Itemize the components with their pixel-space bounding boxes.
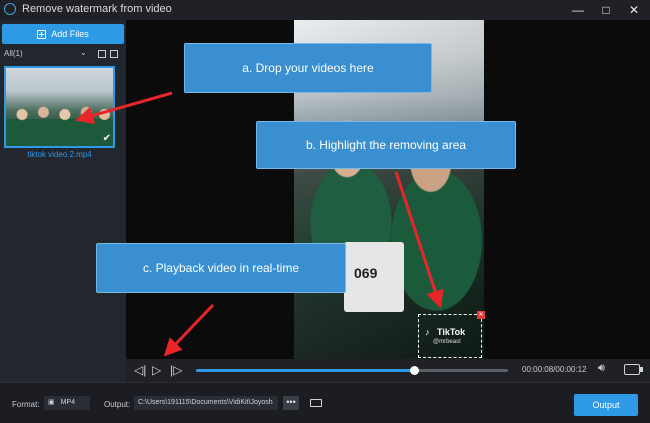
- watermark-selection-box[interactable]: ✕ ♪ TikTok @mrbeast: [418, 311, 485, 358]
- tag-number: 069: [354, 265, 378, 281]
- callout-highlight-area: b. Highlight the removing area: [256, 121, 516, 169]
- format-settings-icon: ▣: [48, 399, 55, 406]
- browse-button[interactable]: •••: [283, 396, 299, 410]
- player-controls: ◁| ▷ |▷ 00:00:08/00:00:12 🔊︎: [126, 359, 650, 382]
- maximize-button[interactable]: □: [596, 1, 616, 19]
- list-view-icon[interactable]: [110, 50, 118, 58]
- format-select[interactable]: ▣ MP4: [44, 396, 90, 410]
- close-button[interactable]: ✕: [624, 1, 644, 19]
- file-filter-row: All(1) ⌄: [0, 48, 126, 62]
- aspect-ratio-icon[interactable]: [624, 364, 643, 375]
- file-sidebar: Add Files All(1) ⌄ ✔ tiktok video 2.mp4: [0, 20, 126, 382]
- watermark-text: TikTok: [437, 327, 466, 337]
- delete-icon[interactable]: [98, 50, 106, 58]
- add-files-button[interactable]: Add Files: [2, 24, 124, 44]
- add-icon: [37, 29, 47, 39]
- minimize-button[interactable]: —: [568, 1, 588, 19]
- progress-fill: [196, 369, 415, 372]
- add-files-label: Add Files: [51, 29, 89, 39]
- next-frame-icon[interactable]: |▷: [170, 363, 182, 377]
- file-thumbnail[interactable]: ✔: [4, 66, 115, 148]
- remove-selection-icon[interactable]: ✕: [477, 311, 485, 319]
- file-name-label: tiktok video 2.mp4: [27, 150, 92, 159]
- window-title: Remove watermark from video: [22, 3, 172, 15]
- format-value: MP4: [60, 399, 76, 406]
- check-icon: ✔: [102, 133, 111, 144]
- tiktok-logo-icon: ♪: [425, 327, 430, 337]
- title-bar: Remove watermark from video — □ ✕: [0, 0, 650, 20]
- output-button[interactable]: Output: [574, 394, 638, 416]
- format-label: Format:: [12, 400, 40, 409]
- open-folder-icon[interactable]: [310, 399, 322, 407]
- output-path-field[interactable]: C:\Users\191115\Documents\VidiKit\Joyosh: [134, 396, 278, 410]
- time-readout: 00:00:08/00:00:12: [522, 365, 587, 374]
- play-icon[interactable]: ▷: [152, 363, 161, 377]
- prev-frame-icon[interactable]: ◁|: [134, 363, 146, 377]
- chevron-down-icon[interactable]: ⌄: [80, 48, 87, 57]
- filter-dropdown[interactable]: All(1): [4, 49, 23, 58]
- callout-playback: c. Playback video in real-time: [96, 243, 346, 293]
- progress-slider[interactable]: [196, 366, 508, 375]
- output-label: Output:: [104, 400, 131, 409]
- bottom-bar: Format: ▣ MP4 Output: C:\Users\191115\Doc…: [0, 382, 650, 423]
- volume-icon[interactable]: 🔊︎: [598, 362, 605, 375]
- callout-drop-videos: a. Drop your videos here: [184, 43, 432, 93]
- app-logo-icon: [4, 3, 16, 15]
- progress-handle[interactable]: [410, 366, 420, 375]
- thumbnail-image: [6, 101, 113, 146]
- watermark-handle: @mrbeast: [433, 339, 461, 345]
